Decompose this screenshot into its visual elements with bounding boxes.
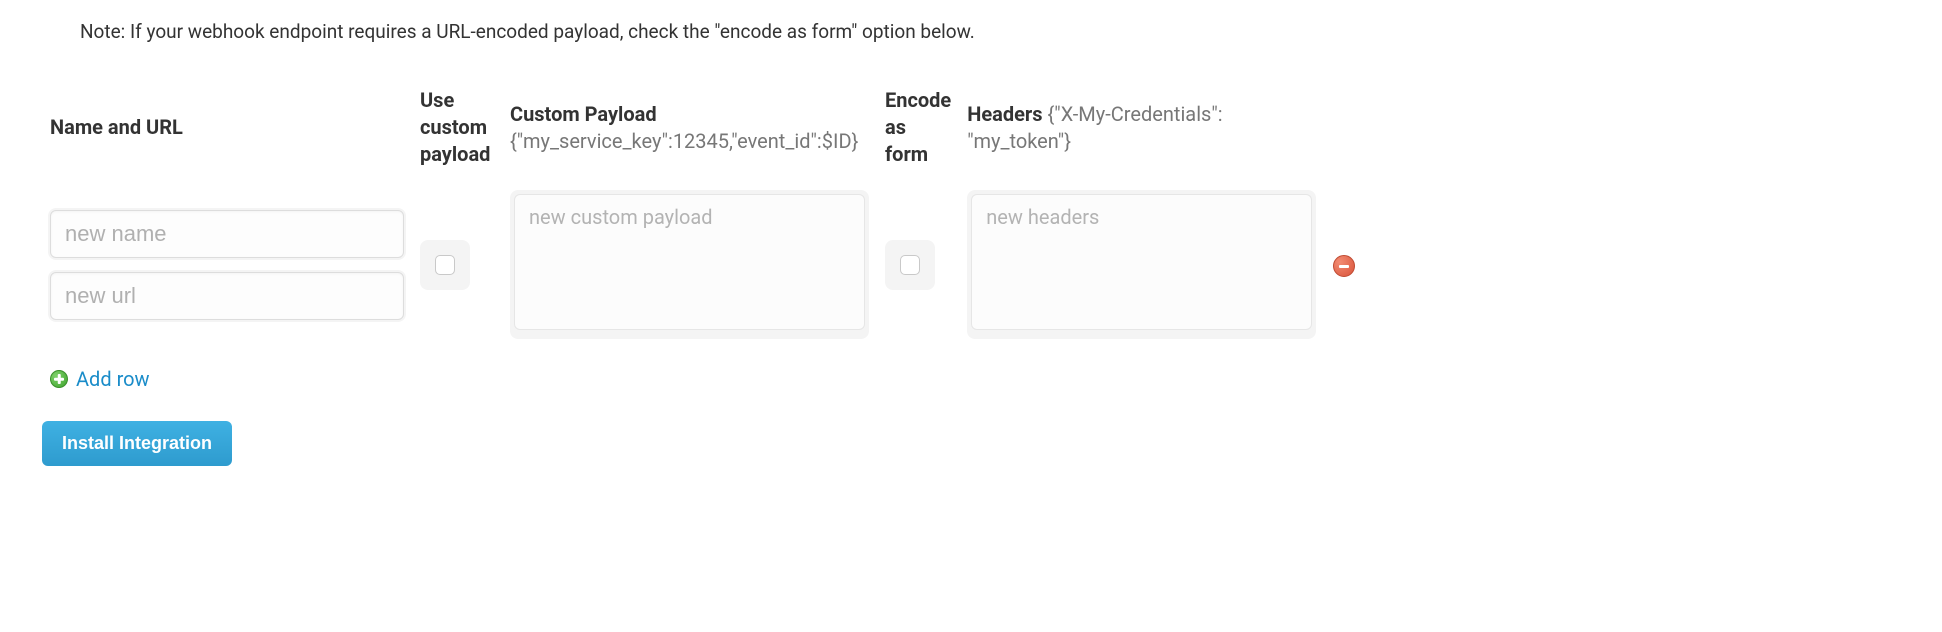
encode-as-form-checkbox[interactable] — [900, 255, 920, 275]
headers-input-wrap — [967, 190, 1316, 339]
plus-icon — [50, 370, 68, 388]
header-headers: Headers {"X-My-Credentials": "my_token"} — [959, 83, 1324, 186]
headers-input[interactable] — [971, 194, 1312, 330]
custom-payload-wrap — [510, 190, 869, 339]
header-headers-label: Headers — [967, 102, 1042, 126]
install-integration-button[interactable]: Install Integration — [42, 421, 232, 466]
remove-row-button[interactable] — [1333, 255, 1355, 277]
header-custom-payload-hint: {"my_service_key":12345,"event_id":$ID} — [510, 129, 858, 153]
header-remove — [1324, 83, 1364, 186]
use-custom-payload-checkbox[interactable] — [435, 255, 455, 275]
header-custom-payload: Custom Payload {"my_service_key":12345,"… — [502, 83, 877, 186]
note-text: Note: If your webhook endpoint requires … — [80, 20, 1942, 43]
integration-table: Name and URL Use custom payload Custom P… — [42, 83, 1364, 343]
encode-as-form-checkbox-wrap — [885, 240, 935, 290]
url-input[interactable] — [50, 272, 404, 320]
custom-payload-input[interactable] — [514, 194, 865, 330]
minus-icon — [1339, 265, 1349, 268]
header-custom-payload-label: Custom Payload — [510, 102, 657, 126]
add-row-label: Add row — [76, 367, 150, 391]
use-custom-payload-checkbox-wrap — [420, 240, 470, 290]
header-use-custom: Use custom payload — [412, 83, 502, 186]
integration-row — [42, 186, 1364, 343]
header-name-url: Name and URL — [42, 83, 412, 186]
header-encode-form: Encode as form — [877, 83, 959, 186]
name-input[interactable] — [50, 210, 404, 258]
add-row-link[interactable]: Add row — [50, 367, 150, 391]
